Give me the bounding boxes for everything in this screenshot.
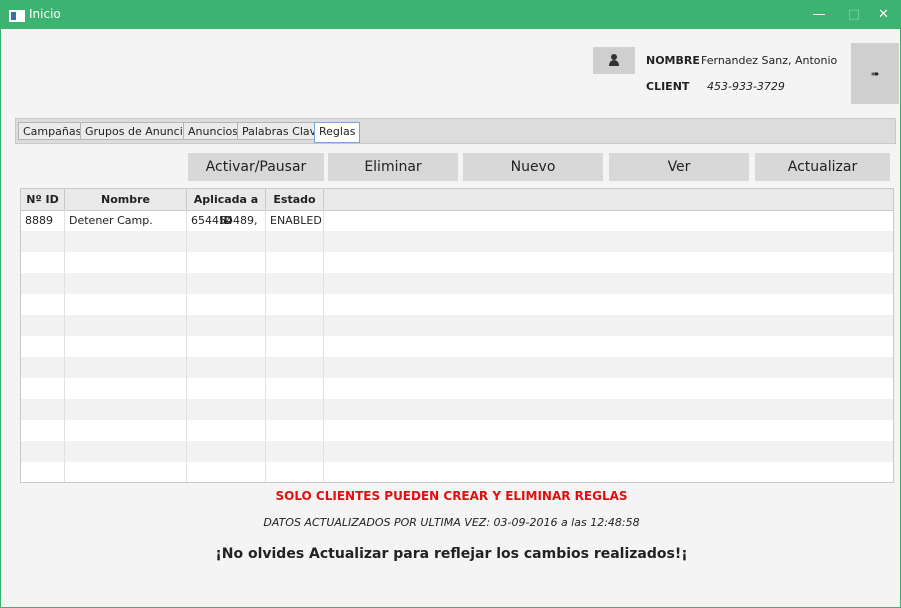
rules-table[interactable]: Nº ID Nombre Aplicada a ID Estado 8889 D… xyxy=(20,188,894,483)
window-title: Inicio xyxy=(29,7,61,21)
window-icon xyxy=(9,10,25,22)
table-row-empty xyxy=(21,441,893,462)
cell-nombre: Detener Camp. Abonos xyxy=(65,210,187,248)
refresh-button[interactable]: Actualizar xyxy=(755,153,890,181)
tab-campanas[interactable]: Campañas xyxy=(18,122,87,140)
table-header: Nº ID Nombre Aplicada a ID Estado xyxy=(21,189,893,227)
table-row-empty xyxy=(21,294,893,315)
logout-icon: ➠ xyxy=(871,69,880,80)
table-row[interactable]: 8889 Detener Camp. Abonos 654454489, ENA… xyxy=(21,210,893,248)
app-window: Inicio — □ ✕ NOMBRE Fernandez Sanz, Anto… xyxy=(0,0,901,608)
warning-message: SOLO CLIENTES PUEDEN CREAR Y ELIMINAR RE… xyxy=(275,489,628,503)
cell-estado: ENABLED xyxy=(266,210,324,231)
logout-button[interactable]: ➠ xyxy=(851,43,899,104)
user-avatar-button[interactable] xyxy=(593,47,635,74)
tab-reglas[interactable]: Reglas xyxy=(314,122,361,143)
activate-pause-button[interactable]: Activar/Pausar xyxy=(188,153,324,181)
table-row-empty xyxy=(21,399,893,420)
tab-bar: Campañas Grupos de Anuncios Anuncios Pal… xyxy=(15,118,896,144)
last-updated-text: DATOS ACTUALIZADOS POR ULTIMA VEZ: 03-09… xyxy=(263,516,640,529)
column-header-aplicada[interactable]: Aplicada a ID xyxy=(187,189,266,227)
cell-id: 8889 xyxy=(21,210,65,231)
client-value: 453-933-3729 xyxy=(707,80,785,93)
column-header-nombre[interactable]: Nombre xyxy=(65,189,187,210)
table-row-empty xyxy=(21,273,893,294)
table-row-empty xyxy=(21,378,893,399)
user-icon xyxy=(609,54,619,66)
name-label: NOMBRE xyxy=(646,54,700,67)
refresh-reminder: ¡No olvides Actualizar para reflejar los… xyxy=(215,546,688,562)
delete-button[interactable]: Eliminar xyxy=(328,153,458,181)
column-header-estado[interactable]: Estado xyxy=(266,189,324,210)
name-value: Fernandez Sanz, Antonio xyxy=(701,54,838,67)
table-row-empty xyxy=(21,231,893,252)
table-row-empty xyxy=(21,462,893,482)
tab-anuncios[interactable]: Anuncios xyxy=(183,122,244,140)
table-row-empty xyxy=(21,252,893,273)
new-button[interactable]: Nuevo xyxy=(463,153,603,181)
table-row-empty xyxy=(21,357,893,378)
column-header-id[interactable]: Nº ID xyxy=(21,189,65,210)
table-row-empty xyxy=(21,420,893,441)
table-row-empty xyxy=(21,336,893,357)
table-body: 8889 Detener Camp. Abonos 654454489, ENA… xyxy=(21,210,893,482)
table-row-empty xyxy=(21,315,893,336)
close-button[interactable]: ✕ xyxy=(867,1,900,29)
view-button[interactable]: Ver xyxy=(609,153,749,181)
title-bar[interactable]: Inicio — □ ✕ xyxy=(1,1,900,29)
client-label: CLIENT xyxy=(646,80,690,93)
cell-aplicada: 654454489, xyxy=(187,210,266,231)
